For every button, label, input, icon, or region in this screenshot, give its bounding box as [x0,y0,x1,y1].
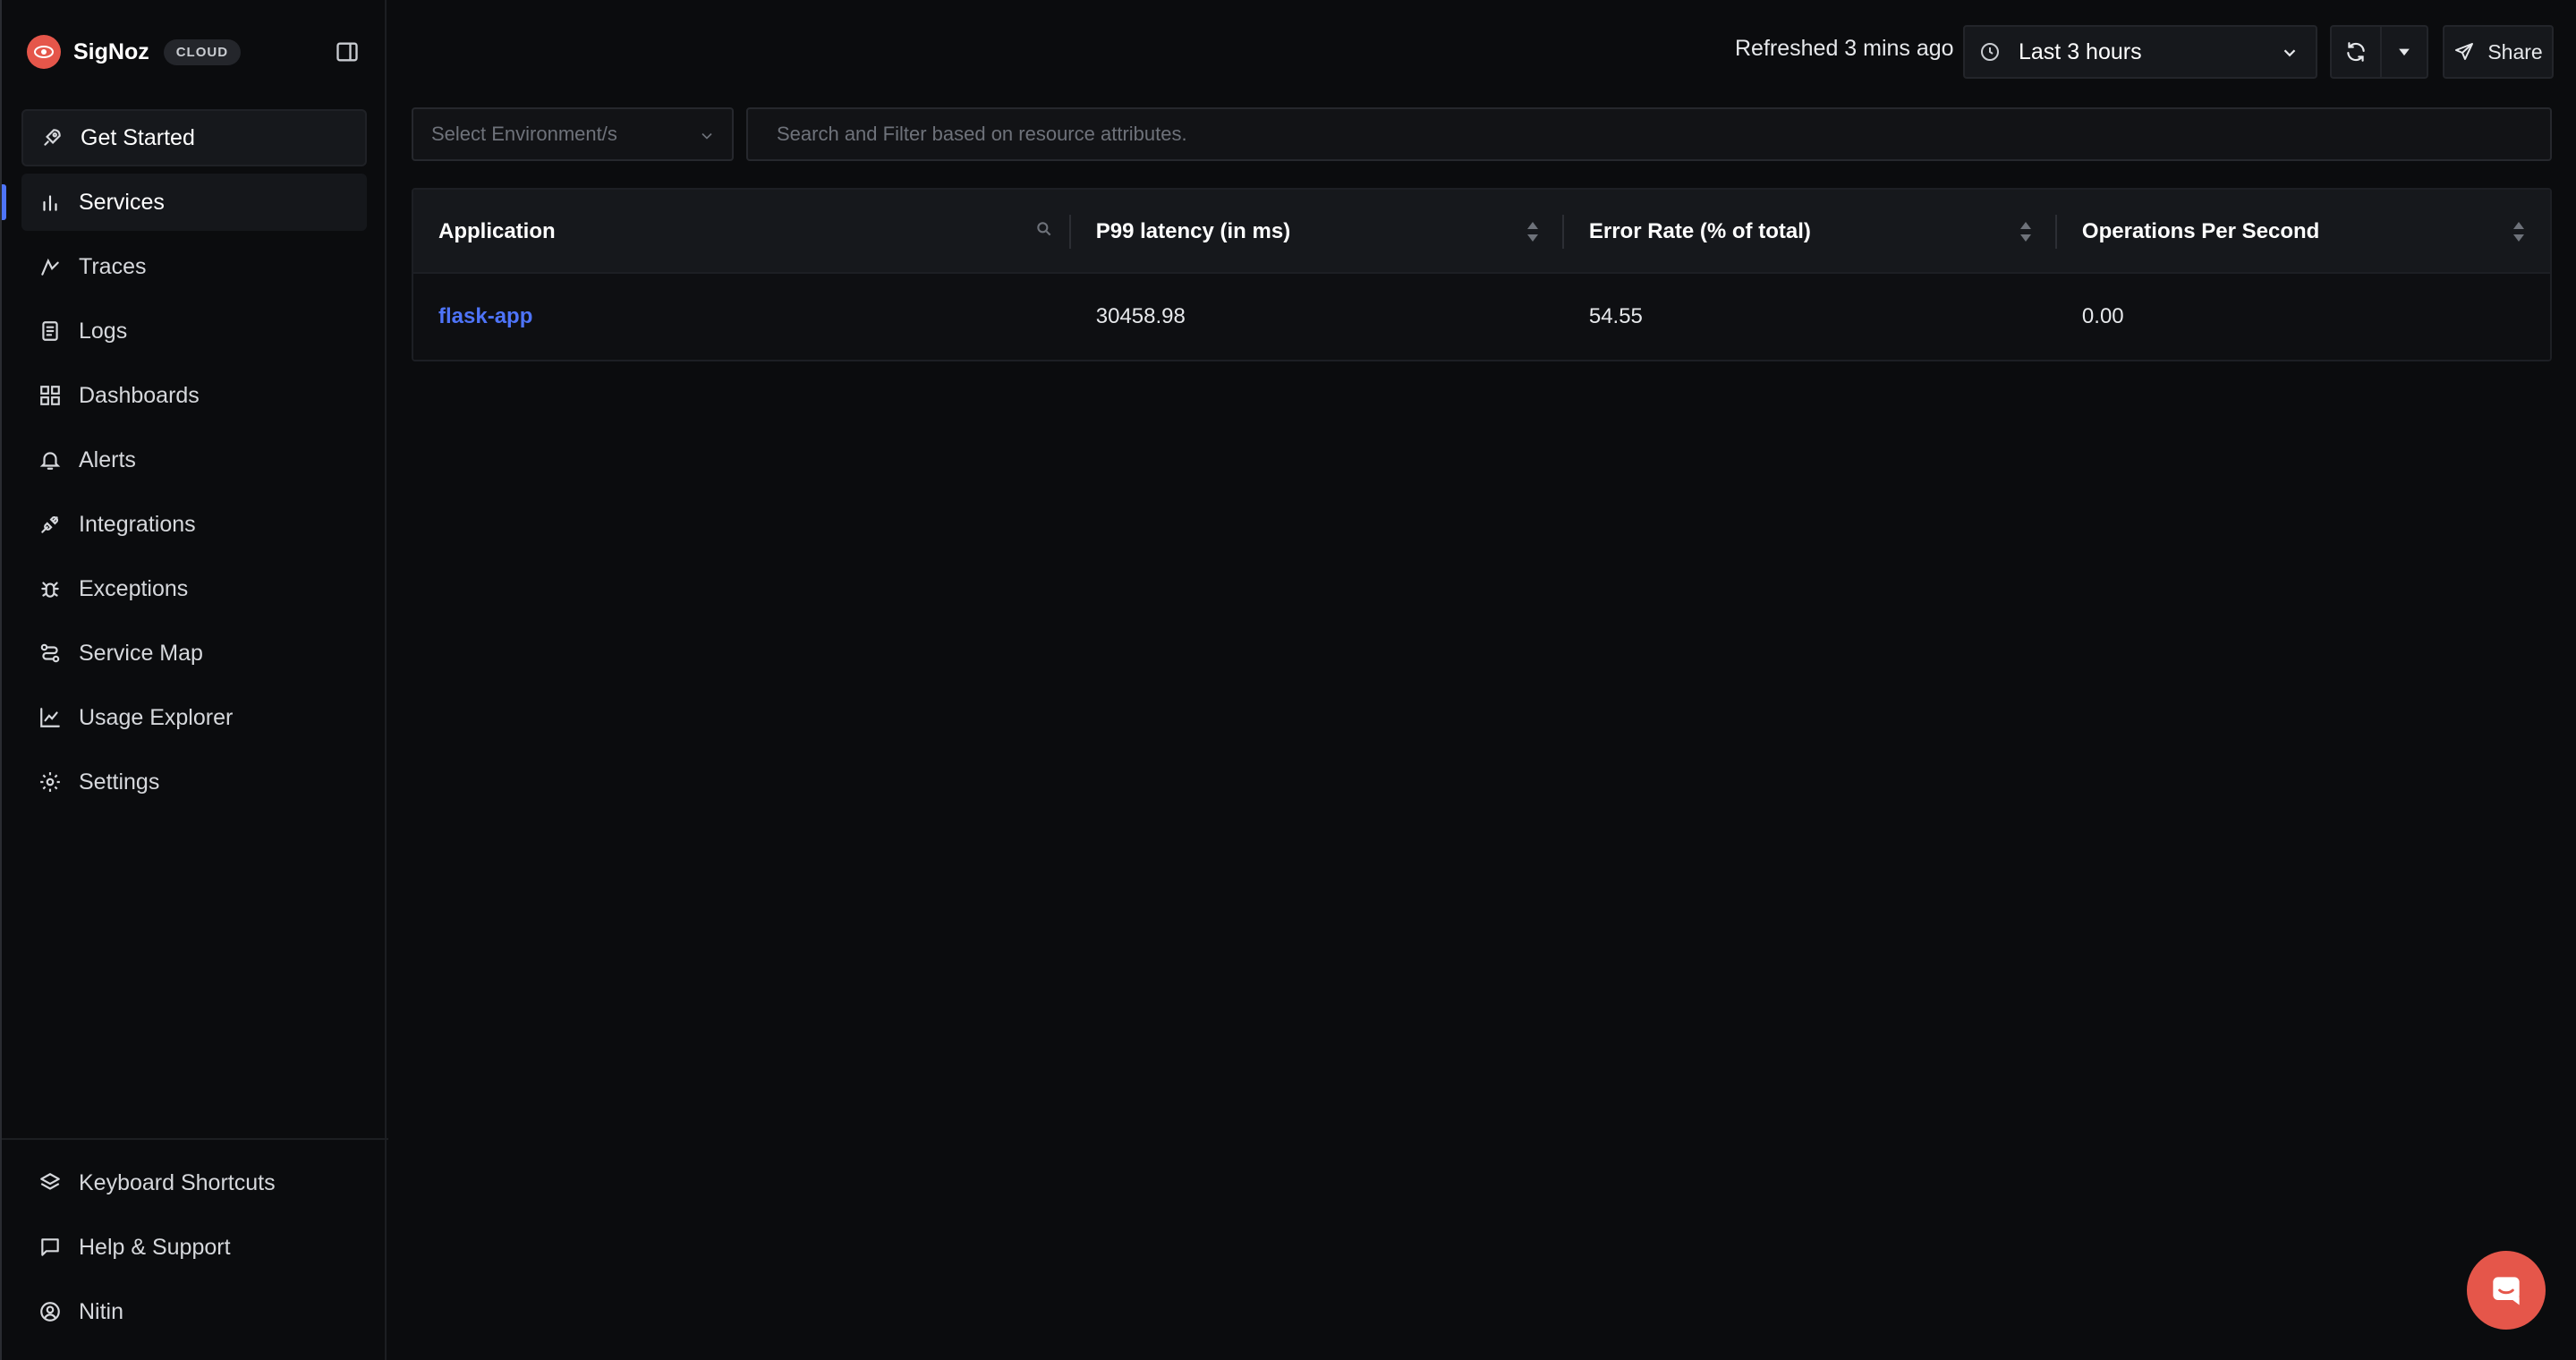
get-started-label: Get Started [81,124,195,150]
brand-badge: CLOUD [163,38,242,65]
caret-down-icon [2399,48,2410,56]
sidebar-item-exceptions[interactable]: Exceptions [21,560,367,617]
sidebar-item-label: Service Map [79,640,203,666]
sidebar-item-alerts[interactable]: Alerts [21,431,367,489]
column-header-error-rate[interactable]: Error Rate (% of total) [1564,190,2057,274]
environment-placeholder: Select Environment/s [431,123,617,145]
brand[interactable]: SigNoz CLOUD [27,34,242,70]
chevron-down-icon [701,132,712,140]
share-button[interactable]: Share [2443,25,2554,79]
column-title: P99 latency (in ms) [1095,219,1291,243]
layers-icon [38,1170,63,1195]
environment-select[interactable]: Select Environment/s [412,107,734,161]
chevron-down-icon [2283,49,2296,57]
refreshed-status: Refreshed 3 mins ago [1735,36,1954,61]
sidebar-item-label: Help & Support [79,1234,231,1260]
error-rate-value: 54.55 [1588,304,1643,328]
refresh-button[interactable] [2330,25,2382,79]
sidebar-toggle-icon [336,42,358,62]
collapse-sidebar-button[interactable] [333,38,361,66]
sidebar-item-label: Services [79,189,165,215]
sidebar-item-logs[interactable]: Logs [21,302,367,360]
get-started-button[interactable]: Get Started [21,109,367,166]
grid-icon [38,383,63,408]
send-icon [2453,41,2475,63]
column-title: Application [438,219,556,243]
route-icon [38,254,63,279]
time-range-label: Last 3 hours [2019,38,2142,64]
column-header-operations-per-second[interactable]: Operations Per Second [2057,190,2550,274]
rocket-icon [39,125,64,150]
clock-icon [1981,43,1999,61]
time-range-select[interactable]: Last 3 hours [1963,25,2317,79]
column-header-application[interactable]: Application [413,190,1071,274]
column-header-p99-latency[interactable]: P99 latency (in ms) [1071,190,1564,274]
sort-icon[interactable] [2019,222,2032,242]
sidebar-item-label: Usage Explorer [79,704,234,730]
services-table: Application P99 latency (in ms) Error Ra… [412,188,2552,361]
sidebar-item-integrations[interactable]: Integrations [21,496,367,553]
sidebar-item-usage-explorer[interactable]: Usage Explorer [21,689,367,746]
sidebar-item-label: Traces [79,253,147,279]
sidebar-item-label: Alerts [79,446,136,472]
sort-icon[interactable] [1526,222,1539,242]
column-title: Operations Per Second [2081,219,2320,243]
bug-icon [38,576,63,601]
application-link[interactable]: flask-app [413,274,1071,360]
sidebar-item-label: Integrations [79,511,196,537]
bell-icon [38,447,63,472]
scroll-icon [38,319,63,344]
ops-value: 0.00 [2081,304,2124,328]
sidebar-item-user[interactable]: Nitin [21,1283,367,1340]
search-icon [1037,222,1051,236]
sidebar-item-label: Dashboards [79,382,200,408]
sidebar-item-label: Keyboard Shortcuts [79,1169,276,1195]
line-chart-icon [38,705,63,730]
sidebar-item-dashboards[interactable]: Dashboards [21,367,367,424]
sidebar-item-services[interactable]: Services [21,174,367,231]
sidebar-item-label: Settings [79,769,160,795]
sidebar-item-label: Exceptions [79,575,189,601]
main-content: Refreshed 3 mins ago Last 3 hours Share … [388,0,2576,1360]
app-root: SigNoz CLOUD Get Started Services Traces [0,0,2576,1360]
bar-chart-icon [38,190,63,215]
signoz-logo-icon [27,35,61,69]
refresh-icon [2347,42,2365,62]
sidebar-item-keyboard-shortcuts[interactable]: Keyboard Shortcuts [21,1154,367,1211]
table-row[interactable]: flask-app 30458.98 54.55 0.00 [413,274,2550,360]
chat-icon [2493,1277,2520,1305]
column-title: Error Rate (% of total) [1588,219,1811,243]
route-map-icon [38,641,63,666]
sort-icon[interactable] [2512,222,2525,242]
p99-latency-value: 30458.98 [1095,304,1186,328]
user-circle-icon [38,1299,63,1324]
sidebar-item-settings[interactable]: Settings [21,753,367,811]
sidebar-item-label: Logs [79,318,128,344]
support-chat-button[interactable] [2467,1251,2546,1330]
sidebar-item-service-map[interactable]: Service Map [21,625,367,682]
sidebar: SigNoz CLOUD Get Started Services Traces [0,0,388,1360]
resource-search-input[interactable] [746,107,2552,161]
active-indicator [2,184,6,220]
gear-icon [38,769,63,795]
brand-name: SigNoz [73,38,149,64]
sidebar-divider [2,1138,388,1140]
table-header: Application P99 latency (in ms) Error Ra… [413,190,2550,274]
sidebar-item-help-support[interactable]: Help & Support [21,1219,367,1276]
share-label: Share [2487,39,2543,64]
refresh-interval-dropdown[interactable] [2382,25,2428,79]
sidebar-item-traces[interactable]: Traces [21,238,367,295]
plug-icon [38,512,63,537]
message-icon [38,1235,63,1260]
sidebar-item-label: Nitin [79,1298,124,1324]
